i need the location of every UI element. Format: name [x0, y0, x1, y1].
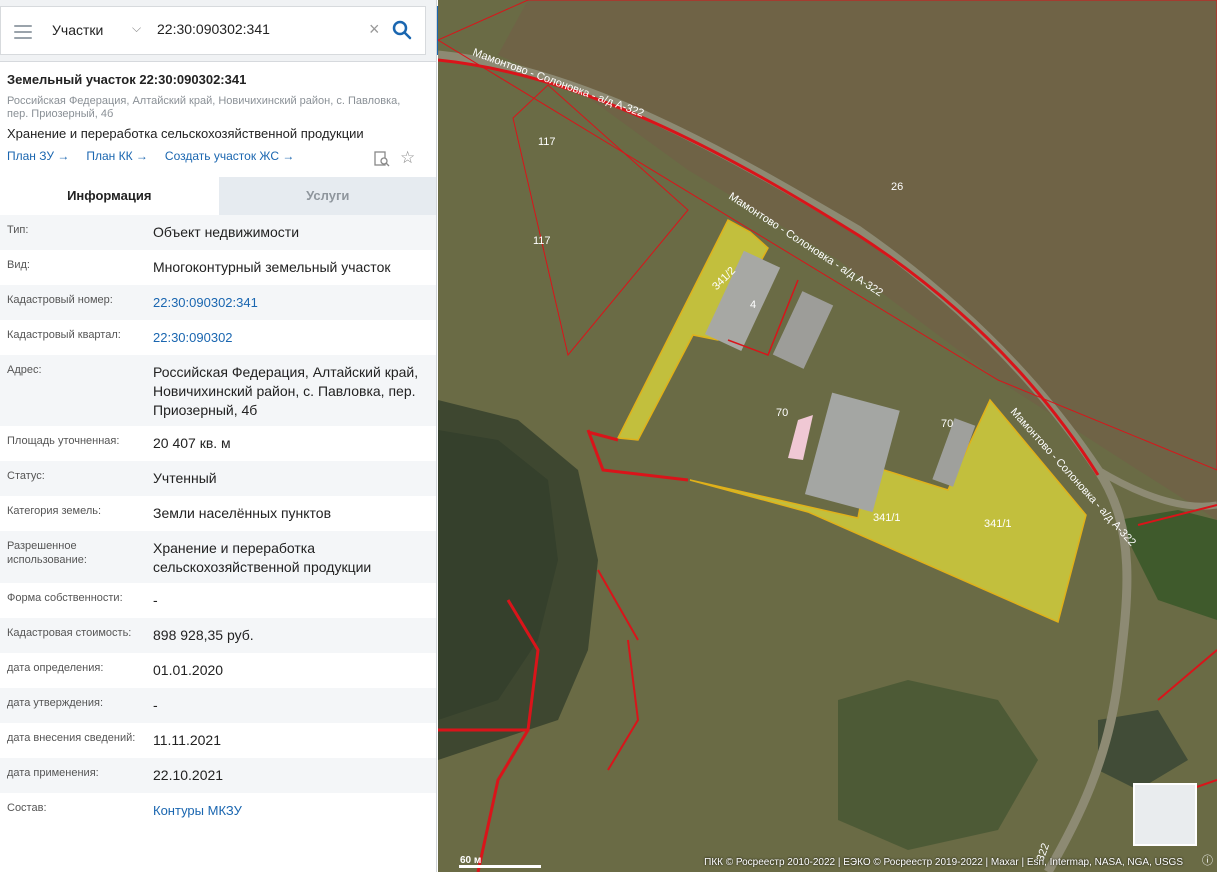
address-line-2: пер. Приозерный, 4б — [7, 108, 114, 120]
row-key: Площадь уточненная: — [7, 435, 120, 447]
row-key: дата внесения сведений: — [7, 732, 136, 744]
info-row-kind: Вид: Многоконтурный земельный участок — [0, 250, 436, 285]
row-key: дата утверждения: — [7, 697, 104, 709]
row-value: 01.01.2020 — [153, 662, 224, 678]
menu-icon[interactable] — [14, 25, 32, 39]
info-row-cadastral-number: Кадастровый номер: 22:30:090302:341 — [0, 285, 436, 320]
row-key: Кадастровая стоимость: — [7, 627, 132, 639]
row-key: Кадастровый квартал: — [7, 329, 121, 341]
cadastral-quarter-link[interactable]: 22:30:090302 — [153, 328, 430, 349]
map-view[interactable]: Мамонтово - Солоновка - а/д А-322 Мамонт… — [438, 0, 1217, 872]
close-icon[interactable]: × — [369, 19, 380, 40]
minimap[interactable] — [1133, 783, 1197, 846]
info-row-land-category: Категория земель: Земли населённых пункто… — [0, 496, 436, 531]
map-attribution: ПКК © Росреестр 2010-2022 | ЕЭКО © Росре… — [704, 857, 1183, 868]
info-row-type: Тип: Объект недвижимости — [0, 215, 436, 250]
object-title: Земельный участок 22:30:090302:341 — [7, 72, 247, 87]
parcel-label: 70 — [941, 418, 953, 430]
parcel-label: 4 — [750, 299, 756, 311]
parcel-label: 70 — [776, 407, 788, 419]
row-key: Кадастровый номер: — [7, 294, 113, 306]
info-row-address: Адрес: Российская Федерация, Алтайский кр… — [0, 355, 436, 426]
row-key: Категория земель: — [7, 505, 102, 517]
row-value: 22.10.2021 — [153, 767, 224, 783]
row-value: Объект недвижимости — [153, 224, 300, 240]
info-row-date-determined: дата определения: 01.01.2020 — [0, 653, 436, 688]
row-key: Форма собственности: — [7, 592, 123, 604]
row-value: Земли населённых пунктов — [153, 505, 332, 521]
document-search-icon[interactable] — [374, 151, 390, 167]
row-key: Состав: — [7, 802, 47, 814]
parcel-label: 117 — [533, 235, 551, 247]
row-key: Тип: — [7, 224, 29, 236]
search-icon[interactable] — [392, 20, 412, 40]
info-row-composition: Состав: Контуры МКЗУ — [0, 793, 436, 828]
row-value: - — [153, 592, 158, 608]
object-use: Хранение и переработка сельскохозяйствен… — [7, 126, 364, 141]
parcel-label: 117 — [538, 136, 556, 148]
info-row-date-applied: дата применения: 22.10.2021 — [0, 758, 436, 793]
parcel-label: 341/1 — [873, 512, 901, 524]
row-value: Хранение и переработка сельскохозяйствен… — [153, 540, 372, 575]
plan-zu-link[interactable]: План ЗУ → — [7, 149, 69, 163]
satellite-map[interactable]: Мамонтово - Солоновка - а/д А-322 Мамонт… — [438, 0, 1217, 872]
row-value: Учтенный — [153, 470, 217, 486]
tabs: Информация Услуги — [0, 177, 436, 215]
info-icon[interactable]: ⓘ — [1202, 852, 1213, 868]
row-value: - — [153, 697, 158, 713]
search-bar: Участки ⌵ × — [0, 0, 436, 62]
contours-link[interactable]: Контуры МКЗУ — [153, 801, 430, 822]
search-type-select[interactable]: Участки — [52, 22, 103, 38]
row-value: 898 928,35 руб. — [153, 627, 254, 643]
row-value: Многоконтурный земельный участок — [153, 259, 391, 275]
row-value: Российская Федерация, Алтайский край, Но… — [153, 364, 419, 418]
chevron-down-icon[interactable]: ⌵ — [132, 21, 141, 36]
info-row-date-approved: дата утверждения: - — [0, 688, 436, 723]
scale-label: 60 м — [460, 855, 482, 866]
info-row-status: Статус: Учтенный — [0, 461, 436, 496]
address-line-1: Российская Федерация, Алтайский край, Но… — [7, 95, 401, 107]
tab-services[interactable]: Услуги — [218, 177, 436, 215]
object-address: Российская Федерация, Алтайский край, Но… — [7, 95, 407, 121]
info-table: Тип: Объект недвижимости Вид: Многоконтурн… — [0, 215, 436, 828]
row-key: Статус: — [7, 470, 45, 482]
info-row-cadastral-quarter: Кадастровый квартал: 22:30:090302 — [0, 320, 436, 355]
search-box: Участки ⌵ × — [0, 6, 426, 55]
info-panel: Участки ⌵ × Земельный участок 22:30:0903… — [0, 0, 437, 872]
plan-kk-link[interactable]: План КК → — [86, 149, 148, 163]
info-row-ownership: Форма собственности: - — [0, 583, 436, 618]
cadastral-number-link[interactable]: 22:30:090302:341 — [153, 293, 430, 314]
star-icon[interactable]: ☆ — [400, 148, 415, 168]
create-parcel-link[interactable]: Создать участок ЖС → — [165, 149, 294, 163]
info-row-area: Площадь уточненная: 20 407 кв. м — [0, 426, 436, 461]
row-key: Разрешенное использование: — [7, 540, 87, 566]
row-key: дата применения: — [7, 767, 99, 779]
object-header: Земельный участок 22:30:090302:341 Росси… — [0, 62, 436, 176]
row-value: 20 407 кв. м — [153, 435, 231, 451]
row-key: Адрес: — [7, 364, 42, 376]
row-value: 11.11.2021 — [153, 732, 221, 748]
parcel-label: 341/1 — [984, 518, 1012, 530]
parcel-label: 26 — [891, 181, 903, 193]
row-key: дата определения: — [7, 662, 104, 674]
info-row-cadastral-value: Кадастровая стоимость: 898 928,35 руб. — [0, 618, 436, 653]
info-row-date-entered: дата внесения сведений: 11.11.2021 — [0, 723, 436, 758]
search-input[interactable] — [157, 21, 357, 37]
row-key: Вид: — [7, 259, 30, 271]
info-row-permitted-use: Разрешенное использование: Хранение и пер… — [0, 531, 436, 583]
object-links: План ЗУ → План КК → Создать участок ЖС → — [7, 149, 430, 163]
tab-information[interactable]: Информация — [0, 177, 219, 215]
